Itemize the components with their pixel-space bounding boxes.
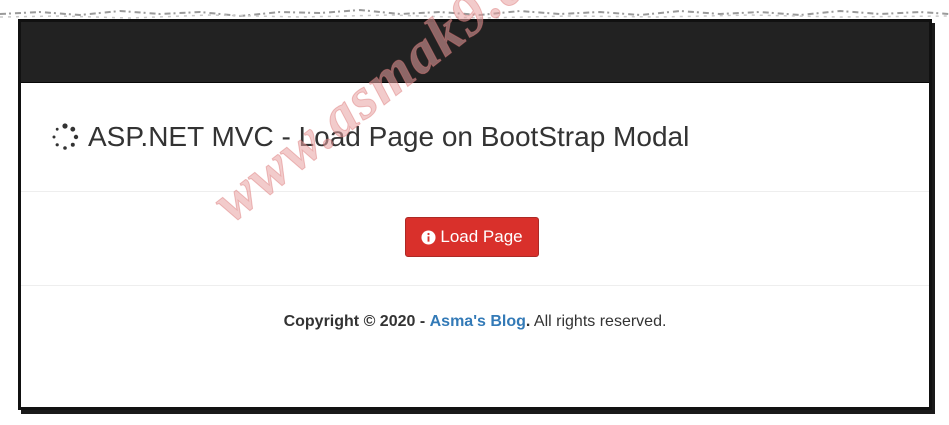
- page-header: ASP.NET MVC - Load Page on BootStrap Mod…: [21, 83, 929, 192]
- load-page-label: Load Page: [440, 227, 523, 246]
- title-row: ASP.NET MVC - Load Page on BootStrap Mod…: [50, 121, 689, 153]
- action-section: Load Page: [21, 192, 929, 286]
- screenshot-canvas: ASP.NET MVC - Load Page on BootStrap Mod…: [0, 0, 949, 425]
- torn-paper-edge: [0, 8, 949, 19]
- footer: Copyright © 2020 - Asma's Blog. All righ…: [21, 286, 929, 386]
- copyright-prefix: Copyright © 2020 -: [283, 313, 426, 330]
- blog-link[interactable]: Asma's Blog: [430, 313, 526, 330]
- info-circle-icon: [421, 229, 436, 245]
- copyright-text: Copyright © 2020 - Asma's Blog. All righ…: [21, 313, 929, 331]
- copyright-suffix: All rights reserved.: [533, 313, 667, 330]
- navbar: [21, 22, 929, 83]
- spinner-icon: [52, 123, 79, 150]
- browser-page: ASP.NET MVC - Load Page on BootStrap Mod…: [18, 19, 932, 410]
- copyright-period: .: [525, 313, 531, 330]
- page-title: ASP.NET MVC - Load Page on BootStrap Mod…: [88, 121, 690, 152]
- load-page-button[interactable]: Load Page: [405, 217, 539, 257]
